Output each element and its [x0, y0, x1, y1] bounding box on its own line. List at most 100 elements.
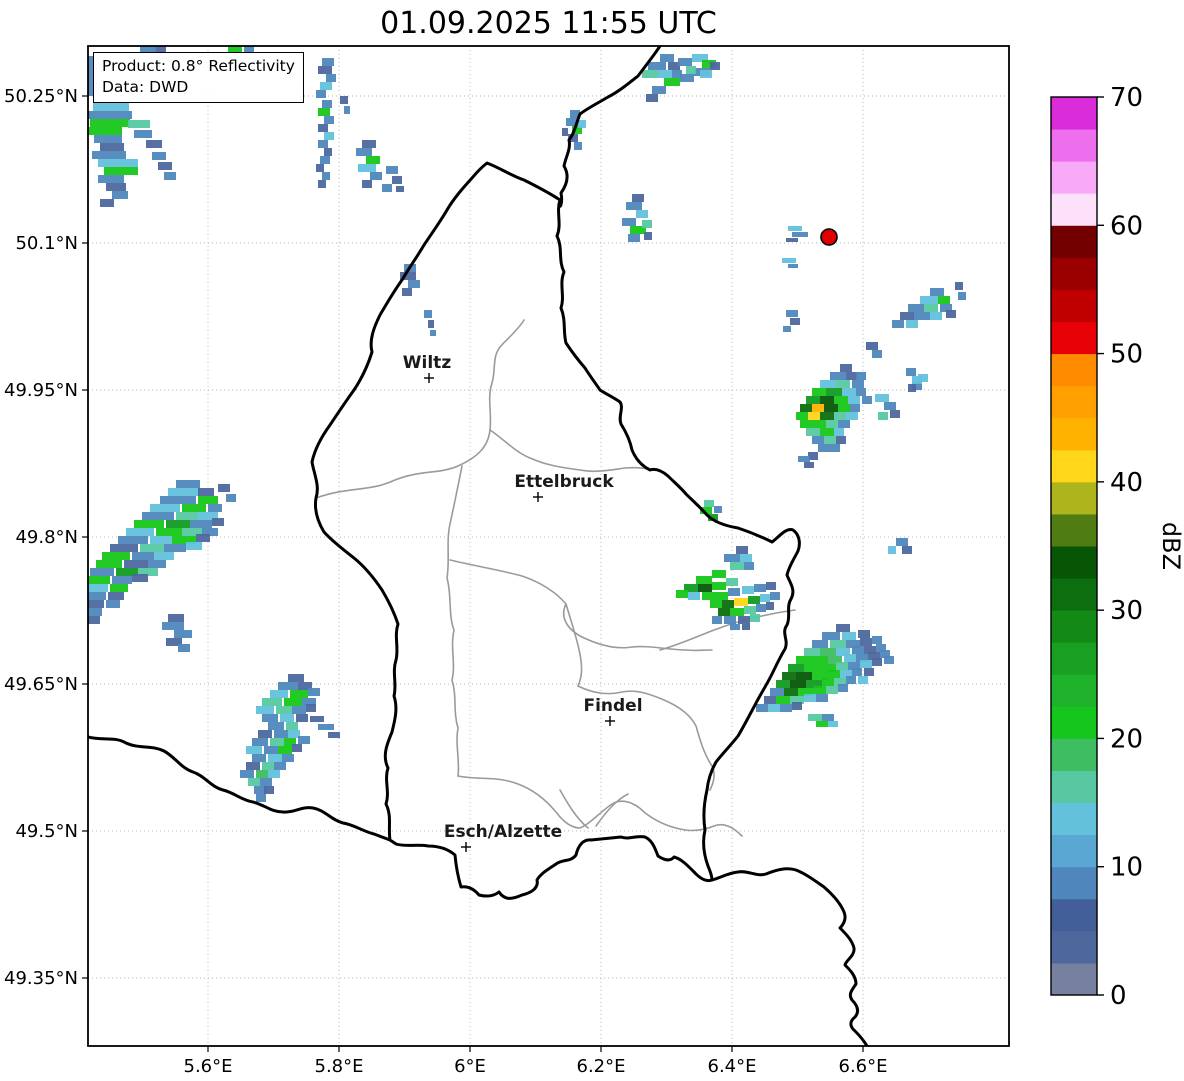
- echo-cell: [256, 706, 274, 714]
- echo-cell: [742, 586, 754, 594]
- echo-cell: [838, 684, 848, 692]
- echo-cell: [672, 70, 682, 78]
- echo-cell: [906, 368, 916, 376]
- echo-cell: [726, 578, 738, 586]
- echo-cell: [760, 594, 770, 602]
- colorbar-segment: [1051, 674, 1097, 707]
- echo-cell: [176, 480, 200, 488]
- colorbar-segment: [1051, 449, 1097, 483]
- echo-cell: [714, 506, 722, 513]
- echo-cell: [98, 159, 138, 167]
- lon-tick-label: 6°E: [454, 1056, 486, 1077]
- lat-tick-label: 49.35°N: [4, 968, 78, 989]
- echo-cell: [324, 132, 334, 140]
- lat-tick-label: 50.25°N: [4, 86, 78, 107]
- echo-cell: [632, 194, 644, 202]
- lat-tick-label: 50.1°N: [15, 233, 78, 254]
- echo-cell: [280, 714, 294, 722]
- echo-cell: [872, 636, 882, 644]
- echo-cell: [226, 494, 236, 502]
- product-info-box: Product: 0.8° Reflectivity Data: DWD: [93, 52, 304, 103]
- echo-cell: [262, 698, 282, 706]
- echo-cell: [790, 318, 800, 325]
- echo-cell: [126, 528, 154, 536]
- echo-cell: [822, 678, 834, 686]
- echo-cell: [888, 546, 896, 554]
- echo-cell: [783, 326, 791, 332]
- echo-cell: [828, 670, 840, 678]
- colorbar-segment: [1051, 321, 1097, 355]
- echo-cell: [710, 600, 722, 608]
- echo-cell: [834, 412, 846, 420]
- echo-cell: [356, 148, 372, 156]
- echo-cell: [744, 606, 756, 614]
- country-border-luxembourg: [310, 161, 801, 900]
- echo-cell: [370, 172, 382, 180]
- echo-cell: [296, 714, 308, 722]
- echo-cell: [875, 394, 889, 402]
- echo-cell: [118, 536, 148, 544]
- echo-cell: [110, 544, 138, 552]
- echo-cell: [856, 372, 866, 380]
- echo-cell: [104, 167, 138, 175]
- echo-cell: [252, 754, 266, 762]
- district-border: [446, 465, 463, 777]
- echo-cell: [756, 604, 766, 612]
- colorbar-segment: [1051, 513, 1097, 547]
- graticule-grid: [88, 46, 1009, 1046]
- echo-cell: [878, 412, 888, 420]
- colorbar-segment: [1051, 802, 1097, 836]
- echo-cell: [186, 542, 202, 550]
- echo-cell: [834, 396, 848, 404]
- colorbar-tick-label: 30: [1110, 596, 1143, 626]
- echo-cell: [268, 754, 282, 762]
- echo-cell: [820, 428, 834, 436]
- echo-cell: [270, 738, 284, 746]
- echo-cell: [142, 512, 174, 520]
- echo-cell: [955, 282, 963, 290]
- echo-cell: [872, 350, 882, 358]
- radar-site-marker: [820, 228, 838, 246]
- echo-cell: [800, 404, 812, 412]
- echo-cell: [284, 698, 302, 706]
- echo-cell: [132, 574, 148, 582]
- echo-cell: [914, 312, 930, 320]
- echo-cell: [838, 404, 850, 412]
- echo-cell: [430, 330, 436, 336]
- echo-cell: [846, 676, 856, 684]
- echo-cell: [366, 156, 380, 164]
- echo-cell: [92, 151, 126, 159]
- echo-cell: [816, 721, 828, 727]
- colorbar-segment: [1051, 546, 1097, 579]
- echo-cell: [328, 732, 340, 738]
- echo-cell: [248, 778, 260, 786]
- echo-cell: [648, 62, 666, 70]
- colorbar-unit-label: dBZ: [1157, 522, 1184, 570]
- city-markers: Wiltz Ettelbruck Findel Esch/Alzette: [403, 353, 643, 852]
- echo-cell: [826, 686, 838, 694]
- echo-cell: [930, 288, 944, 296]
- echo-cell: [728, 588, 740, 596]
- echo-cell: [896, 538, 908, 546]
- echo-cell: [240, 770, 254, 778]
- data-source-label: Data: DWD: [102, 77, 189, 96]
- echo-cell: [788, 226, 802, 231]
- colorbar-segment: [1051, 642, 1097, 675]
- echo-cell: [106, 183, 126, 191]
- echo-cell: [276, 706, 292, 714]
- colorbar-segment: [1051, 129, 1097, 162]
- echo-cell: [860, 660, 872, 668]
- echo-cell: [696, 576, 712, 584]
- lon-tick-label: 5.8°E: [315, 1056, 364, 1077]
- echo-cell: [218, 484, 230, 492]
- echo-cell: [174, 630, 192, 638]
- echo-cell: [734, 598, 748, 606]
- colorbar-segment: [1051, 481, 1097, 515]
- echo-cell: [88, 600, 104, 608]
- echo-cell: [148, 560, 166, 568]
- echo-cell: [322, 172, 330, 180]
- echo-cell: [636, 210, 648, 218]
- echo-cell: [820, 648, 836, 656]
- lon-tick-label: 6.4°E: [708, 1056, 757, 1077]
- echo-cell: [358, 164, 376, 172]
